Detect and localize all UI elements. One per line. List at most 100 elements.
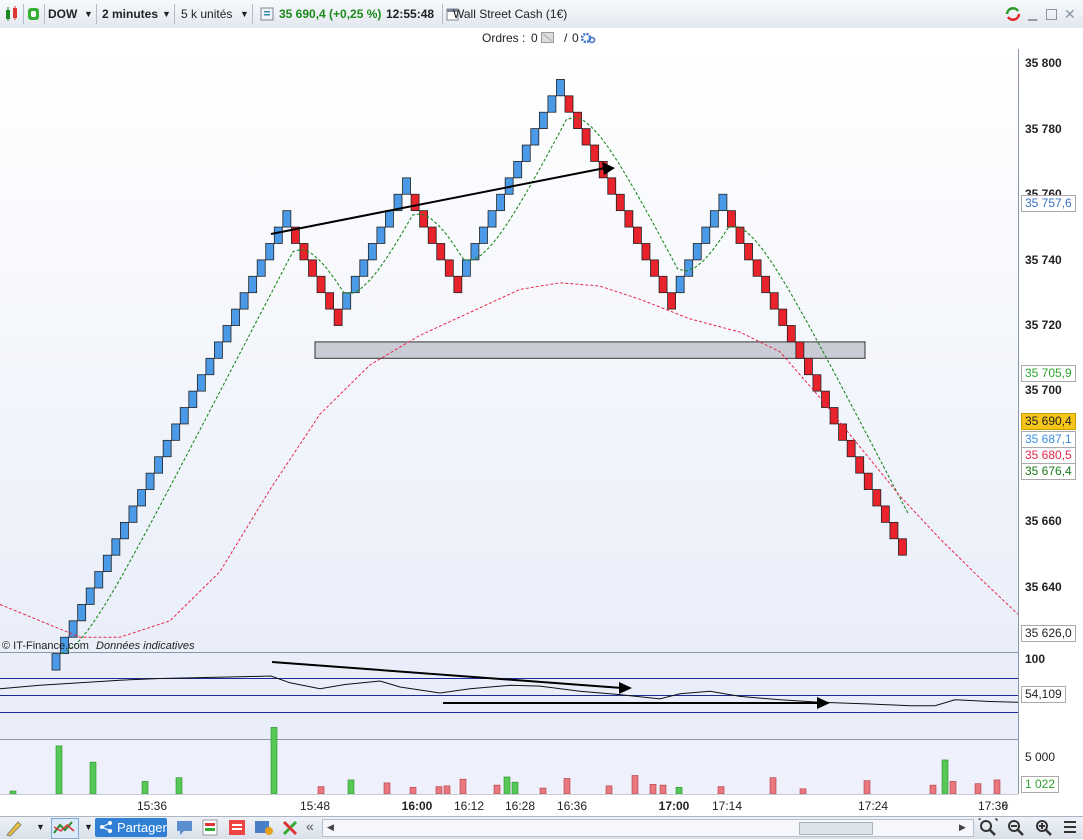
renko-brick [410, 193, 420, 212]
scroll-right-arrow-icon[interactable]: ▶ [959, 822, 966, 833]
zoom-in-icon[interactable] [1034, 818, 1054, 840]
renko-brick [538, 111, 548, 130]
renko-brick [256, 259, 266, 277]
chevron-down-icon[interactable]: ▼ [84, 822, 93, 832]
renko-brick [94, 571, 104, 589]
indicators-icon[interactable] [51, 818, 79, 839]
renko-brick [179, 407, 189, 425]
renko-brick [889, 521, 899, 540]
data-credit: © IT-Finance.com Données indicatives [2, 640, 194, 652]
renko-brick [419, 210, 429, 228]
volume-bar [949, 781, 957, 794]
minimize-icon[interactable]: ▁ [1028, 3, 1037, 25]
renko-brick [128, 505, 138, 523]
menu-icon[interactable] [1062, 818, 1078, 839]
x-tick: 15:36 [136, 799, 168, 813]
y-tick: 35 740 [1025, 253, 1062, 267]
renko-brick [530, 128, 540, 146]
price-axis[interactable]: 35 800 35 780 35 760 35 740 35 720 35 70… [1018, 49, 1083, 794]
renko-brick [171, 423, 181, 441]
credit-source: © IT-Finance.com [2, 640, 89, 652]
volume-bar [503, 776, 511, 794]
share-label: Partager [117, 820, 167, 835]
renko-brick [838, 423, 847, 441]
horizontal-scrollbar[interactable]: ◀ ▶ [322, 819, 974, 837]
renko-brick [718, 193, 728, 212]
renko-brick [573, 111, 582, 130]
renko-brick [624, 210, 634, 228]
renko-brick [692, 243, 702, 261]
renko-brick [333, 308, 343, 326]
renko-brick [812, 374, 822, 392]
renko-brick [675, 275, 685, 294]
ma-fast-line [61, 116, 909, 655]
renko-brick [709, 210, 719, 228]
renko-brick [436, 243, 446, 261]
volume-bar [631, 775, 639, 794]
price-tag-ma: 35 705,9 [1021, 365, 1076, 382]
renko-brick [701, 226, 711, 244]
renko-brick [68, 620, 78, 638]
scrollbar-thumb[interactable] [799, 822, 873, 835]
x-tick: 16:28 [504, 799, 536, 813]
renko-brick [265, 243, 275, 261]
volume-bar [317, 786, 325, 794]
time-axis[interactable]: 15:36 15:48 16:00 16:12 16:28 16:36 17:0… [0, 794, 1018, 817]
chevron-down-icon[interactable]: ▼ [36, 822, 45, 832]
volume-bar [141, 781, 149, 794]
volume-bar [717, 786, 725, 794]
comment-icon[interactable] [176, 819, 194, 839]
renko-brick [778, 308, 788, 326]
share-button[interactable]: Partager [95, 818, 167, 837]
alert-icon[interactable] [254, 819, 274, 839]
volume-bar [929, 784, 937, 794]
volume-bar [443, 785, 451, 794]
volume-bar [974, 783, 982, 794]
volume-bar [435, 786, 443, 794]
renko-brick [727, 210, 736, 228]
renko-brick [120, 521, 129, 540]
y-tick: 35 640 [1025, 580, 1062, 594]
tools-icon[interactable] [282, 819, 300, 839]
rsi-top-tick: 100 [1025, 652, 1046, 666]
close-icon[interactable]: ✕ [1064, 3, 1076, 25]
price-tag-last: 35 690,4 [1021, 413, 1076, 430]
price-tag-ma-slow: 35 680,5 [1021, 447, 1076, 464]
renko-brick [188, 390, 198, 408]
renko-brick [735, 226, 745, 244]
renko-brick [367, 243, 377, 261]
maximize-icon[interactable] [1046, 3, 1057, 25]
volume-bar [675, 787, 683, 794]
zoom-fit-icon[interactable] [978, 818, 998, 840]
scroll-right-icon[interactable]: » [1001, 796, 1009, 812]
renko-brick [162, 439, 172, 458]
price-tag-ma-fast: 35 687,1 [1021, 431, 1076, 448]
renko-brick [154, 456, 164, 474]
renko-brick [761, 275, 771, 294]
zoom-out-icon[interactable] [1006, 818, 1026, 840]
renko-brick [615, 193, 625, 212]
renko-brick [633, 226, 642, 244]
ma-slow-line [0, 282, 1018, 638]
renko-brick [607, 177, 617, 195]
scroll-left-arrow-icon[interactable]: ◀ [327, 822, 334, 833]
rsi-divergence-arrow-head [619, 682, 632, 694]
volume-bar [270, 727, 278, 794]
scroll-left-icon[interactable]: « [306, 818, 314, 834]
volume-bar [993, 779, 1001, 794]
renko-brick [85, 587, 95, 605]
renko-brick [752, 259, 762, 277]
volume-bar [659, 784, 667, 794]
renko-brick [102, 554, 112, 572]
trade-ticket-icon[interactable] [202, 819, 218, 839]
volume-bar [89, 761, 97, 794]
orders-list-icon[interactable] [228, 819, 246, 839]
renko-brick [556, 79, 565, 97]
renko-brick [145, 472, 155, 490]
pencil-icon[interactable] [4, 819, 24, 840]
volume-bar [863, 780, 871, 794]
renko-brick [308, 259, 317, 277]
share-icon [99, 820, 113, 837]
renko-brick [804, 357, 813, 376]
renko-brick [444, 259, 454, 277]
